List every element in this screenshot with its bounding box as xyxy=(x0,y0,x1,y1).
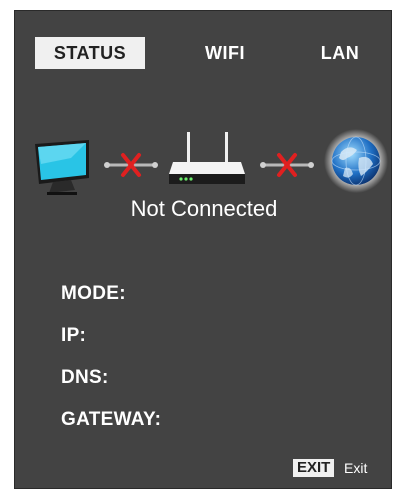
dns-label: DNS: xyxy=(61,367,109,388)
exit-key-badge[interactable]: EXIT xyxy=(293,459,335,477)
connection-status-text: Not Connected xyxy=(130,196,278,221)
gateway-label: GATEWAY: xyxy=(61,409,162,430)
connection-diagram xyxy=(15,126,393,206)
ip-label: IP: xyxy=(61,325,87,346)
disconnected-link-icon xyxy=(104,153,158,177)
network-status-panel: STATUS WIFI LAN Not Connected MODE: IP: … xyxy=(14,10,392,489)
tv-icon xyxy=(35,140,89,195)
router-icon xyxy=(169,132,245,184)
globe-icon xyxy=(324,129,388,193)
tab-status[interactable]: STATUS xyxy=(35,37,145,69)
tab-lan[interactable]: LAN xyxy=(310,37,370,69)
disconnected-link-icon xyxy=(260,153,314,177)
tab-wifi[interactable]: WIFI xyxy=(195,37,255,69)
exit-label: Exit xyxy=(344,460,368,476)
mode-label: MODE: xyxy=(61,283,126,304)
